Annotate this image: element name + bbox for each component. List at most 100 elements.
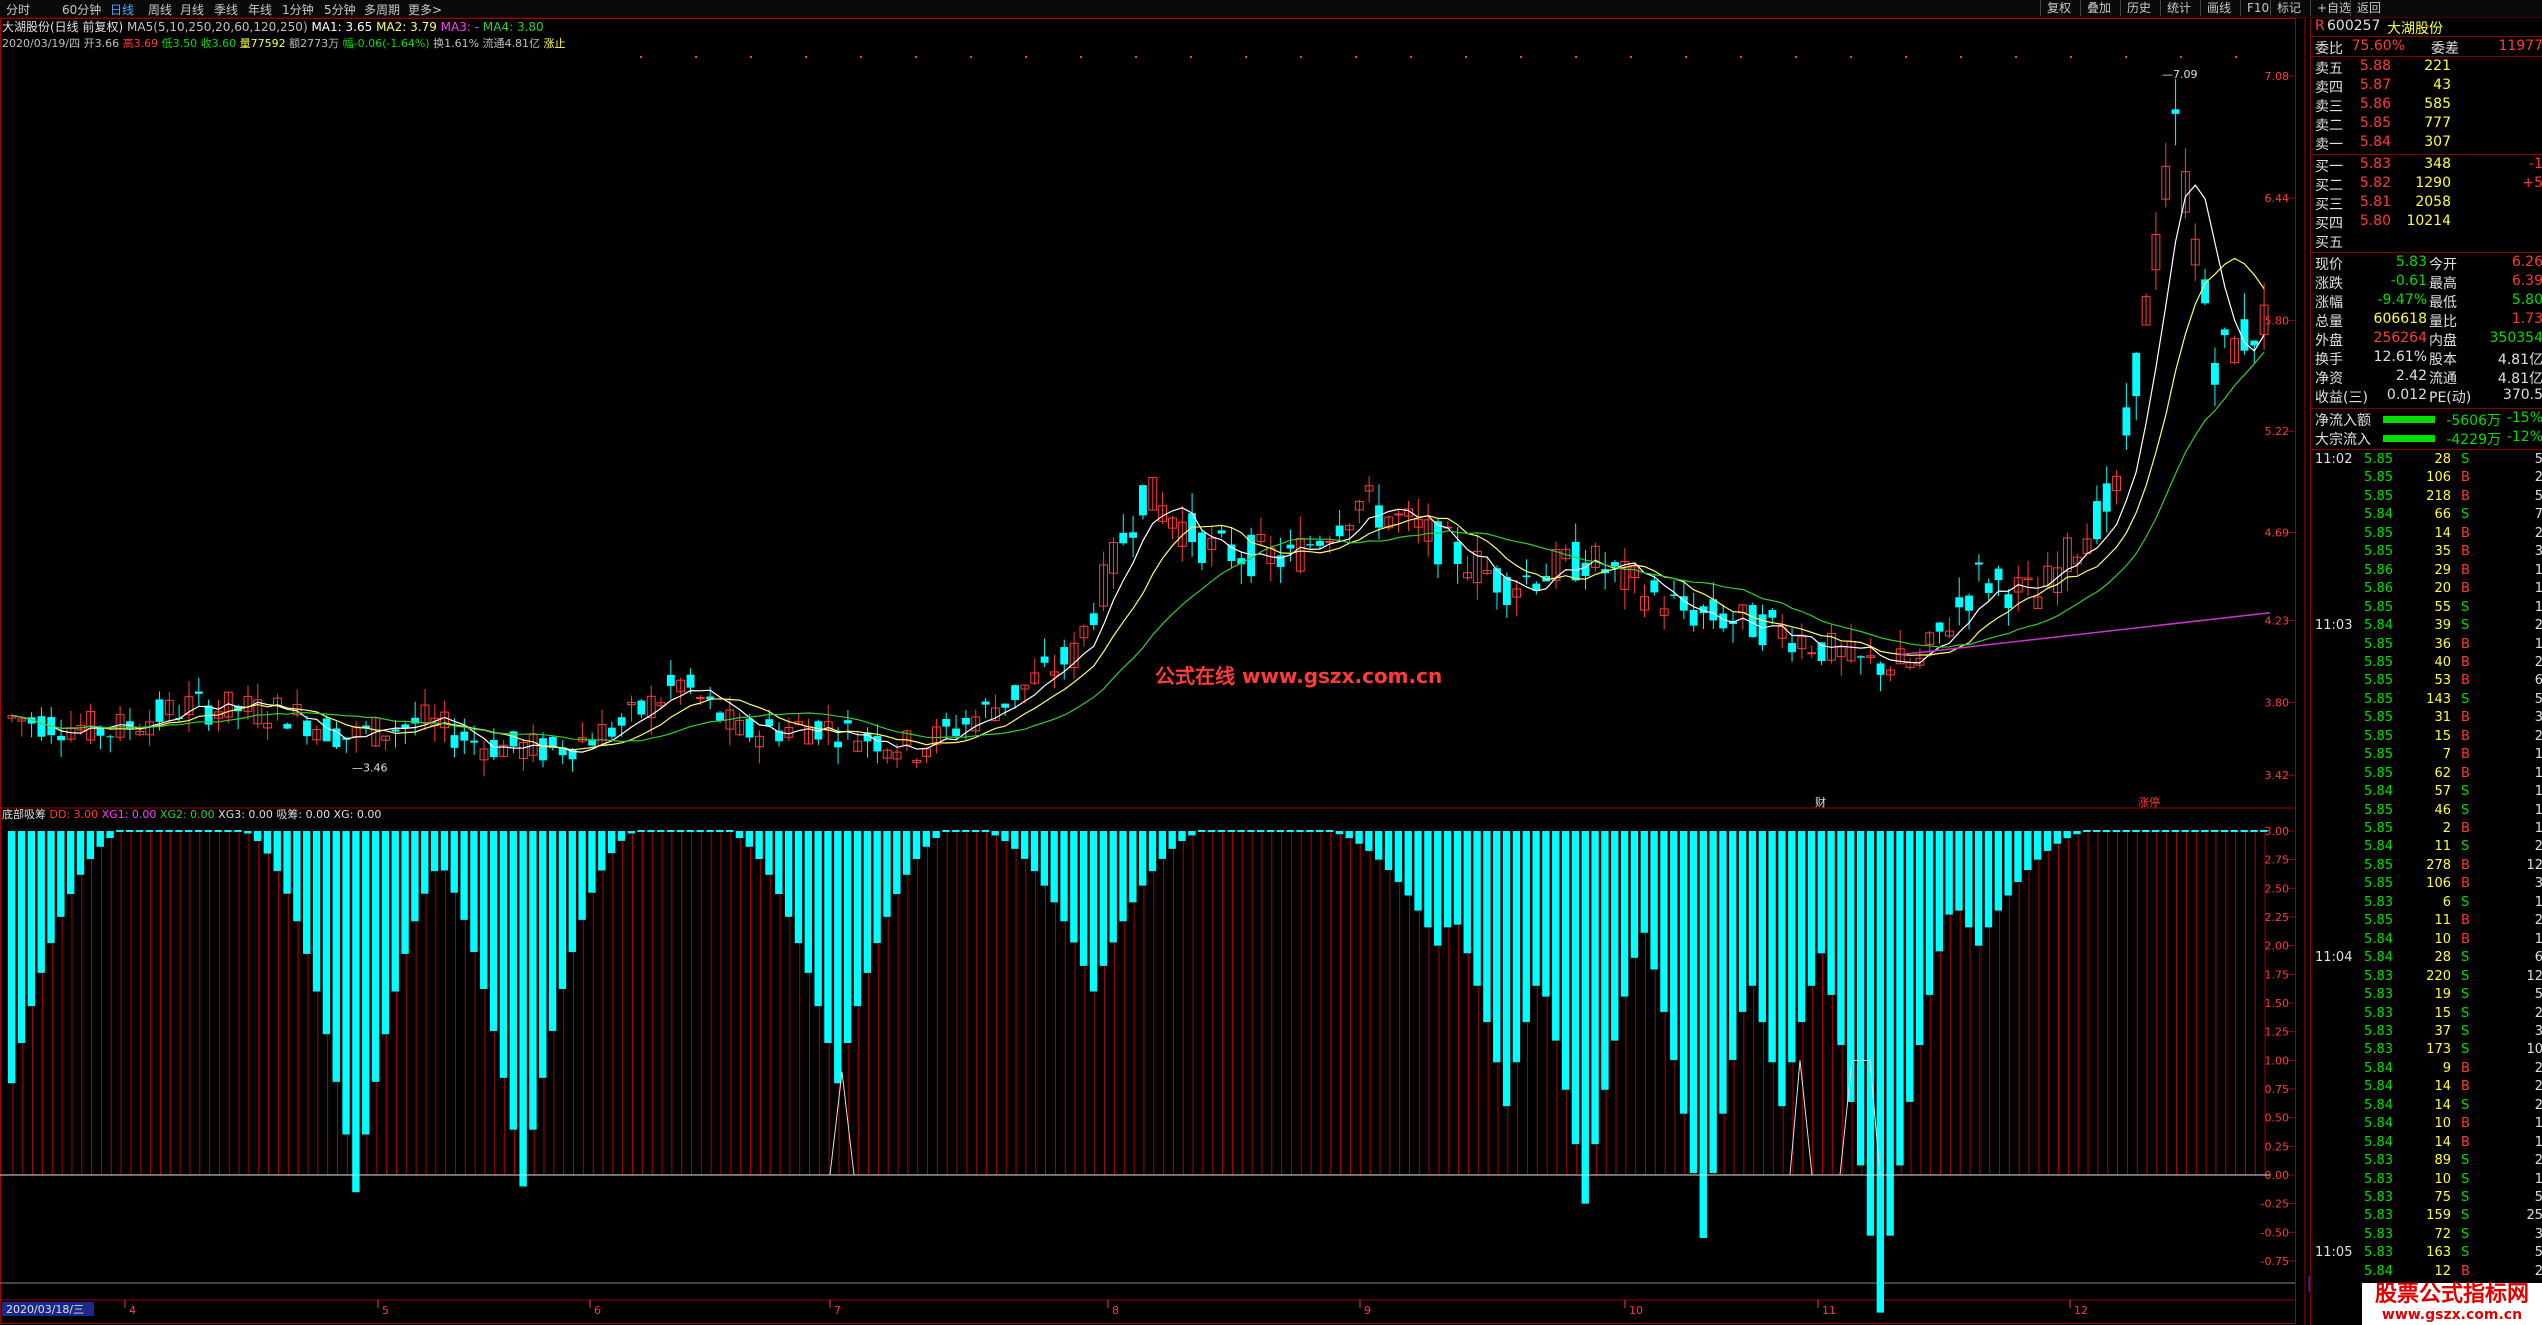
ind-spike-2 bbox=[1789, 1059, 1881, 1176]
buy-price: 5.82 bbox=[2359, 175, 2391, 191]
sell-row-1: 卖四 5.87 43 bbox=[2311, 77, 2542, 96]
period-tab-7[interactable]: 1分钟 bbox=[282, 1, 314, 18]
candle-down bbox=[834, 741, 842, 748]
candle-down bbox=[2171, 109, 2180, 114]
ind-dot bbox=[2191, 830, 2199, 832]
top-mark bbox=[1960, 56, 1962, 58]
ind-bar bbox=[1502, 831, 1511, 1107]
toolbar-button-4[interactable]: 画线 bbox=[2200, 0, 2237, 16]
candle-down bbox=[2102, 483, 2111, 512]
toolbar-button-3[interactable]: 统计 bbox=[2160, 0, 2197, 16]
ind-bar bbox=[1375, 831, 1383, 860]
stat-value: -9.47% bbox=[2377, 292, 2427, 308]
ind-bar bbox=[86, 831, 95, 860]
candle-down bbox=[1935, 622, 1944, 632]
toolbar-button-0[interactable]: 复权 bbox=[2040, 0, 2077, 16]
stat-label: 收益(三) bbox=[2315, 390, 2368, 406]
ind-label-2: 2.50 bbox=[2265, 882, 2290, 895]
tick-count: 5 bbox=[2534, 1245, 2542, 1261]
period-tab-1[interactable]: 60分钟 bbox=[62, 1, 101, 18]
buy-label: 买二 bbox=[2315, 178, 2343, 194]
ind-dot bbox=[1207, 830, 1216, 832]
ind-dot bbox=[961, 830, 970, 832]
tick-price: 5.85 bbox=[2364, 452, 2393, 467]
tick-price: 5.83 bbox=[2364, 968, 2393, 984]
stat-row-6: 净资 2.42 流通 4.81亿 bbox=[2311, 368, 2542, 387]
period-tab-9[interactable]: 多周期 bbox=[364, 1, 400, 18]
ind-dot bbox=[1286, 830, 1294, 832]
ind-label-4: 2.00 bbox=[2265, 940, 2290, 953]
ind-bar bbox=[57, 831, 65, 917]
toolbar-button-1[interactable]: 叠加 bbox=[2080, 0, 2117, 16]
tick-side: B bbox=[2461, 728, 2470, 744]
ind-dot bbox=[1316, 830, 1324, 832]
period-tab-2[interactable]: 日线 bbox=[110, 1, 134, 18]
ind-bar bbox=[1139, 831, 1147, 886]
tick-count: 2 bbox=[2534, 1060, 2542, 1076]
tick-side: S bbox=[2461, 802, 2470, 818]
ind-bar bbox=[1768, 831, 1776, 1063]
ind-bar bbox=[421, 831, 429, 894]
ind-dot bbox=[234, 830, 242, 832]
candle-down bbox=[1984, 583, 1993, 593]
candle-down bbox=[607, 727, 616, 737]
period-tab-8[interactable]: 5分钟 bbox=[324, 1, 356, 18]
ind-bar bbox=[2043, 831, 2052, 851]
ind-bar bbox=[2024, 831, 2032, 871]
tick-price: 5.84 bbox=[2364, 507, 2393, 523]
toolbar-button-2[interactable]: 历史 bbox=[2120, 0, 2157, 16]
period-tab-10[interactable]: 更多> bbox=[408, 1, 442, 18]
ind-bar bbox=[1797, 831, 1806, 1023]
ind-bar bbox=[1001, 831, 1009, 842]
top-mark bbox=[1245, 56, 1247, 58]
tick-side: B bbox=[2461, 1079, 2470, 1095]
ind-bar bbox=[902, 831, 911, 875]
toolbar-button-6[interactable]: 标记 bbox=[2270, 0, 2307, 16]
tick-count: 1 bbox=[2534, 581, 2542, 597]
ind-bar bbox=[1434, 831, 1442, 946]
candle-down bbox=[2122, 407, 2131, 436]
tick-volume: 7 bbox=[2442, 747, 2451, 763]
period-tab-3[interactable]: 周线 bbox=[148, 1, 172, 18]
buy-volume: 2058 bbox=[2415, 194, 2451, 210]
ind-bar bbox=[745, 831, 753, 847]
candle-down bbox=[765, 719, 774, 727]
tick-count: 5 bbox=[2534, 452, 2542, 467]
sell-label: 卖三 bbox=[2315, 99, 2343, 115]
ind-bar bbox=[2014, 831, 2022, 882]
tick-volume: 35 bbox=[2434, 544, 2451, 560]
period-tab-0[interactable]: 分时 bbox=[6, 1, 30, 18]
tick-price: 5.85 bbox=[2364, 728, 2393, 744]
candle-down bbox=[96, 728, 105, 736]
candle-down bbox=[686, 674, 695, 688]
ind-dot bbox=[2240, 830, 2248, 832]
candle-down bbox=[1217, 530, 1226, 534]
tick-price: 5.83 bbox=[2364, 1042, 2393, 1058]
ind-bar-neg bbox=[1866, 1175, 1875, 1236]
ind-bar bbox=[1020, 831, 1029, 859]
kline-chart[interactable]: 7.086.445.805.224.694.233.803.42—7.09—3.… bbox=[0, 18, 2310, 1325]
top-mark bbox=[1520, 56, 1522, 58]
candle-down bbox=[1876, 663, 1885, 675]
period-tab-4[interactable]: 月线 bbox=[180, 1, 204, 18]
ind-bar bbox=[824, 831, 832, 1043]
top-mark bbox=[1300, 56, 1302, 58]
tick-row: 5.84 66 S 7 bbox=[2311, 507, 2542, 525]
top-mark bbox=[1080, 56, 1082, 58]
price-label-0: 7.08 bbox=[2265, 70, 2290, 83]
ind-bar bbox=[381, 831, 390, 1035]
top-mark bbox=[1190, 56, 1192, 58]
month-label-6: 10 bbox=[1629, 1304, 1643, 1317]
ind-bar bbox=[922, 831, 931, 847]
ind-bar bbox=[352, 831, 360, 1175]
tick-side: B bbox=[2461, 710, 2470, 726]
ind-bar bbox=[1758, 831, 1766, 1023]
tick-side: S bbox=[2461, 1171, 2470, 1187]
period-tab-5[interactable]: 季线 bbox=[214, 1, 238, 18]
tick-count: 2 bbox=[2534, 1097, 2542, 1113]
ind-bar bbox=[1620, 831, 1629, 997]
period-tab-6[interactable]: 年线 bbox=[248, 1, 272, 18]
ind-bar bbox=[617, 831, 626, 841]
candle-down bbox=[961, 717, 970, 725]
toolbar-button-8[interactable]: 返回 bbox=[2350, 0, 2387, 16]
